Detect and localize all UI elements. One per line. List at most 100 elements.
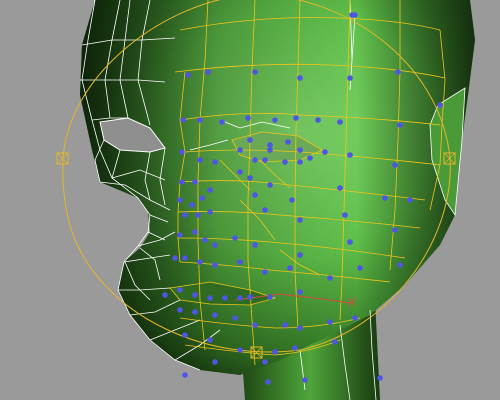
mesh-vertex[interactable] <box>302 377 308 383</box>
mesh-vertex[interactable] <box>352 315 358 321</box>
mesh-vertex[interactable] <box>377 375 383 381</box>
mesh-vertex[interactable] <box>252 157 258 163</box>
mesh-vertex[interactable] <box>247 137 253 143</box>
mesh-vertex[interactable] <box>192 309 198 315</box>
mesh-vertex[interactable] <box>232 235 238 241</box>
mesh-vertex[interactable] <box>349 12 355 18</box>
mesh-vertex[interactable] <box>197 157 203 163</box>
mesh-vertex[interactable] <box>252 69 258 75</box>
mesh-vertex[interactable] <box>265 379 271 385</box>
mesh-vertex[interactable] <box>252 322 258 328</box>
mesh-vertex[interactable] <box>262 359 268 365</box>
mesh-vertex[interactable] <box>252 192 258 198</box>
mesh-vertex[interactable] <box>237 259 243 265</box>
mesh-vertex[interactable] <box>237 347 243 353</box>
mesh-vertex[interactable] <box>337 119 343 125</box>
mesh-vertex[interactable] <box>327 275 333 281</box>
mesh-vertex[interactable] <box>177 232 183 238</box>
mesh-vertex[interactable] <box>297 325 303 331</box>
mesh-vertex[interactable] <box>407 197 413 203</box>
mesh-vertex[interactable] <box>245 115 251 121</box>
mesh-vertex[interactable] <box>397 262 403 268</box>
mesh-vertex[interactable] <box>437 102 443 108</box>
mesh-vertex[interactable] <box>237 147 243 153</box>
mesh-vertex[interactable] <box>212 242 218 248</box>
mesh-vertex[interactable] <box>322 149 328 155</box>
mesh-vertex[interactable] <box>297 289 303 295</box>
mesh-vertex[interactable] <box>392 162 398 168</box>
mesh-vertex[interactable] <box>207 209 213 215</box>
mesh-vertex[interactable] <box>267 147 273 153</box>
mesh-vertex[interactable] <box>397 122 403 128</box>
mesh-vertex[interactable] <box>185 72 191 78</box>
mesh-vertex[interactable] <box>382 195 388 201</box>
mesh-vertex[interactable] <box>222 295 228 301</box>
mesh-vertex[interactable] <box>347 75 353 81</box>
mesh-vertex[interactable] <box>347 152 353 158</box>
mesh-vertex[interactable] <box>182 212 188 218</box>
mesh-vertex[interactable] <box>182 372 188 378</box>
3d-viewport[interactable] <box>0 0 500 400</box>
mesh-vertex[interactable] <box>272 117 278 123</box>
mesh-vertex[interactable] <box>182 332 188 338</box>
mesh-vertex[interactable] <box>232 315 238 321</box>
mesh-vertex[interactable] <box>297 159 303 165</box>
mesh-vertex[interactable] <box>202 237 208 243</box>
mesh-vertex[interactable] <box>287 265 293 271</box>
mesh-vertex[interactable] <box>195 212 201 218</box>
mesh-vertex[interactable] <box>197 259 203 265</box>
mesh-vertex[interactable] <box>293 115 299 121</box>
mesh-vertex[interactable] <box>262 157 268 163</box>
mesh-vertex[interactable] <box>297 75 303 81</box>
viewport-canvas[interactable] <box>0 0 500 400</box>
mesh-vertex[interactable] <box>347 239 353 245</box>
mesh-vertex[interactable] <box>267 142 273 148</box>
mesh-vertex[interactable] <box>177 197 183 203</box>
mesh-vertex[interactable] <box>199 195 205 201</box>
mesh-vertex[interactable] <box>212 312 218 318</box>
mesh-vertex[interactable] <box>177 307 183 313</box>
mesh-vertex[interactable] <box>179 179 185 185</box>
mesh-vertex[interactable] <box>262 269 268 275</box>
mesh-vertex[interactable] <box>162 292 168 298</box>
mesh-vertex[interactable] <box>237 169 243 175</box>
mesh-vertex[interactable] <box>177 287 183 293</box>
mesh-vertex[interactable] <box>357 265 363 271</box>
mesh-vertex[interactable] <box>342 212 348 218</box>
mesh-vertex[interactable] <box>180 117 186 123</box>
mesh-vertex[interactable] <box>205 69 211 75</box>
mesh-vertex[interactable] <box>332 339 338 345</box>
mesh-vertex[interactable] <box>292 345 298 351</box>
mesh-vertex[interactable] <box>189 202 195 208</box>
mesh-vertex[interactable] <box>267 294 273 300</box>
mesh-vertex[interactable] <box>207 187 213 193</box>
mesh-vertex[interactable] <box>289 197 295 203</box>
mesh-vertex[interactable] <box>207 295 213 301</box>
mesh-vertex[interactable] <box>297 147 303 153</box>
mesh-vertex[interactable] <box>337 185 343 191</box>
mesh-vertex[interactable] <box>179 149 185 155</box>
mesh-vertex[interactable] <box>207 337 213 343</box>
mesh-vertex[interactable] <box>219 119 225 125</box>
mesh-vertex[interactable] <box>282 322 288 328</box>
mesh-vertex[interactable] <box>285 139 291 145</box>
mesh-vertex[interactable] <box>192 179 198 185</box>
mesh-vertex[interactable] <box>327 319 333 325</box>
mesh-vertex[interactable] <box>392 227 398 233</box>
mesh-vertex[interactable] <box>252 242 258 248</box>
mesh-vertex[interactable] <box>297 217 303 223</box>
mesh-vertex[interactable] <box>282 159 288 165</box>
mesh-vertex[interactable] <box>247 294 253 300</box>
mesh-vertex[interactable] <box>197 117 203 123</box>
mesh-vertex[interactable] <box>307 155 313 161</box>
mesh-vertex[interactable] <box>395 69 401 75</box>
mesh-vertex[interactable] <box>267 182 273 188</box>
mesh-vertex[interactable] <box>315 117 321 123</box>
mesh-vertex[interactable] <box>212 359 218 365</box>
mesh-vertex[interactable] <box>172 255 178 261</box>
mesh-vertex[interactable] <box>262 207 268 213</box>
mesh-vertex[interactable] <box>297 252 303 258</box>
mesh-vertex[interactable] <box>272 349 278 355</box>
mesh-vertex[interactable] <box>182 255 188 261</box>
mesh-vertex[interactable] <box>212 159 218 165</box>
